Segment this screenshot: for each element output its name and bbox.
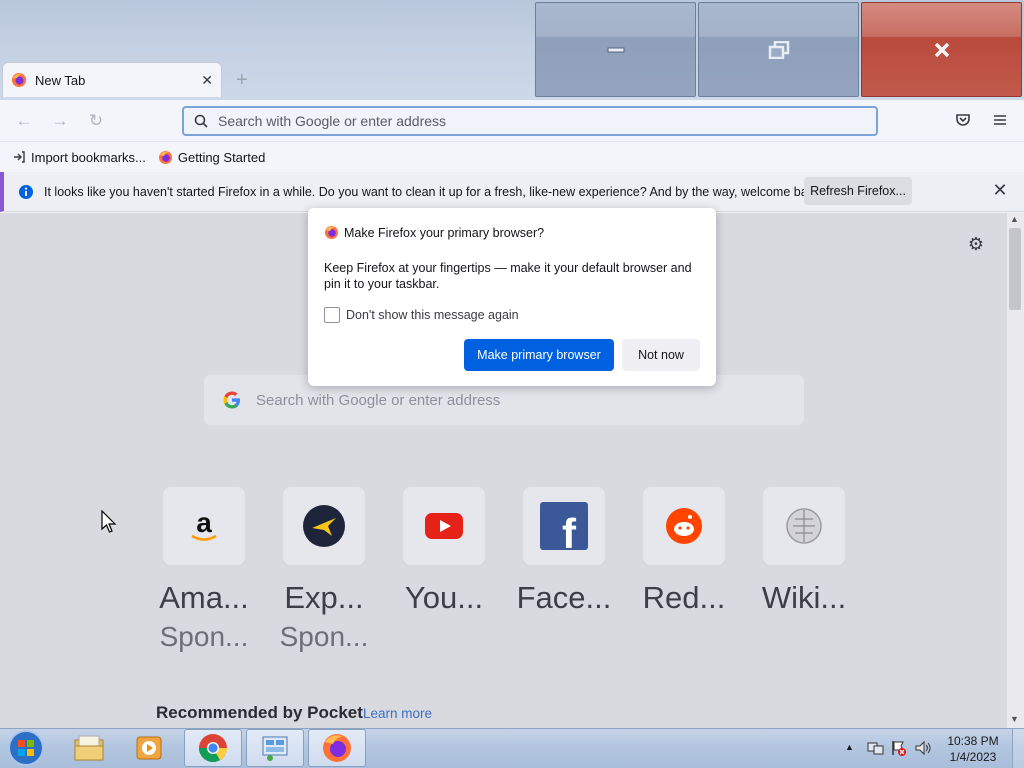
taskbar-media-player[interactable] xyxy=(120,729,178,767)
tile-label: Face... xyxy=(516,580,612,615)
close-icon[interactable]: ✕ xyxy=(990,180,1010,200)
amazon-icon: a xyxy=(191,507,217,541)
address-bar[interactable] xyxy=(182,106,878,136)
show-desktop-button[interactable] xyxy=(1012,729,1024,768)
forward-arrow-icon[interactable]: → xyxy=(49,110,71,132)
action-center-icon[interactable] xyxy=(890,739,908,760)
restore-icon xyxy=(768,40,789,59)
clock-time: 10:38 PM xyxy=(947,734,999,748)
scrollbar-thumb[interactable] xyxy=(1009,228,1021,310)
youtube-icon xyxy=(425,513,463,539)
taskbar-control-panel[interactable] xyxy=(246,729,304,767)
new-tab-button[interactable]: + xyxy=(236,68,254,92)
minimize-icon xyxy=(607,47,624,52)
close-window-button[interactable] xyxy=(861,2,1022,97)
network-icon[interactable] xyxy=(866,739,884,760)
taskbar-chrome[interactable] xyxy=(184,729,242,767)
not-now-button[interactable]: Not now xyxy=(622,339,700,371)
wikipedia-icon xyxy=(786,508,822,544)
control-panel-icon xyxy=(262,736,288,761)
learn-more-link[interactable]: Learn more xyxy=(363,706,432,721)
bookmark-label: Import bookmarks... xyxy=(31,149,146,165)
tile-label: Red... xyxy=(642,580,726,615)
bookmark-getting-started[interactable]: Getting Started xyxy=(158,150,265,165)
notification-message: It looks like you haven't started Firefo… xyxy=(44,184,824,199)
back-arrow-icon[interactable]: ← xyxy=(13,110,35,132)
clock-date: 1/4/2023 xyxy=(949,750,997,764)
google-icon xyxy=(223,391,240,409)
tab-title: New Tab xyxy=(35,72,86,88)
tab-new-tab[interactable]: New Tab ✕ xyxy=(2,62,222,97)
bookmark-label: Getting Started xyxy=(177,149,266,165)
tile-wikipedia[interactable] xyxy=(763,487,845,565)
minimize-button[interactable] xyxy=(535,2,696,97)
refresh-firefox-button[interactable]: Refresh Firefox... xyxy=(804,177,912,205)
scroll-down-icon[interactable]: ▼ xyxy=(1010,714,1019,724)
close-icon xyxy=(934,42,949,57)
windows-start-icon xyxy=(8,730,44,766)
bookmarks-toolbar: Import bookmarks... Getting Started xyxy=(0,142,1024,172)
dont-show-checkbox[interactable] xyxy=(324,307,340,323)
tile-label: Wiki... xyxy=(761,580,847,615)
tile-label: Exp... xyxy=(284,580,364,615)
tile-amazon[interactable]: a xyxy=(163,487,245,565)
dont-show-checkbox-label[interactable]: Don't show this message again xyxy=(346,308,519,322)
tile-sponsored-label: Spon... xyxy=(159,621,249,652)
tile-label: You... xyxy=(404,580,484,615)
file-explorer-icon xyxy=(74,735,104,761)
tile-facebook[interactable]: f xyxy=(523,487,605,565)
mouse-cursor-icon xyxy=(101,510,117,533)
svg-text:f: f xyxy=(562,510,577,550)
search-icon xyxy=(194,114,208,128)
scroll-up-icon[interactable]: ▲ xyxy=(1010,214,1019,224)
dialog-title: Make Firefox your primary browser? xyxy=(344,226,545,240)
dialog-body: Keep Firefox at your fingertips — make i… xyxy=(324,261,692,291)
facebook-icon: f xyxy=(540,502,588,550)
firefox-icon xyxy=(323,734,351,762)
show-hidden-icons-icon[interactable]: ▲ xyxy=(845,742,854,752)
tile-reddit[interactable] xyxy=(643,487,725,565)
tile-youtube[interactable] xyxy=(403,487,485,565)
volume-icon[interactable] xyxy=(914,739,932,760)
reload-icon[interactable]: ↻ xyxy=(85,110,107,132)
bookmark-import[interactable]: Import bookmarks... xyxy=(12,150,146,165)
svg-text:a: a xyxy=(196,507,212,538)
tile-sponsored-label: Spon... xyxy=(279,621,369,652)
tile-expedia[interactable] xyxy=(283,487,365,565)
firefox-icon xyxy=(12,73,26,87)
taskbar-file-explorer[interactable] xyxy=(60,729,118,767)
import-icon xyxy=(14,151,25,163)
pocket-heading: Recommended by Pocket xyxy=(156,703,363,722)
default-browser-dialog: Make Firefox your primary browser? Keep … xyxy=(308,208,716,386)
start-button[interactable] xyxy=(4,729,48,768)
info-icon xyxy=(19,184,33,199)
chrome-icon xyxy=(199,734,227,762)
tile-label: Ama... xyxy=(159,580,249,615)
newtab-search-placeholder: Search with Google or enter address xyxy=(256,391,501,409)
media-player-icon xyxy=(136,736,162,760)
menu-icon[interactable] xyxy=(991,111,1009,132)
expedia-icon xyxy=(303,505,345,547)
gear-icon[interactable]: ⚙ xyxy=(966,234,986,254)
make-primary-browser-button[interactable]: Make primary browser xyxy=(464,339,614,371)
reddit-icon xyxy=(666,508,702,544)
address-input[interactable] xyxy=(218,113,838,129)
tab-close-icon[interactable]: ✕ xyxy=(201,72,213,89)
pocket-icon[interactable] xyxy=(954,111,972,132)
taskbar-firefox[interactable] xyxy=(308,729,366,767)
firefox-icon xyxy=(324,225,339,243)
taskbar-clock[interactable]: 10:38 PM 1/4/2023 xyxy=(940,733,1006,765)
restore-button[interactable] xyxy=(698,2,859,97)
firefox-icon xyxy=(158,150,172,164)
